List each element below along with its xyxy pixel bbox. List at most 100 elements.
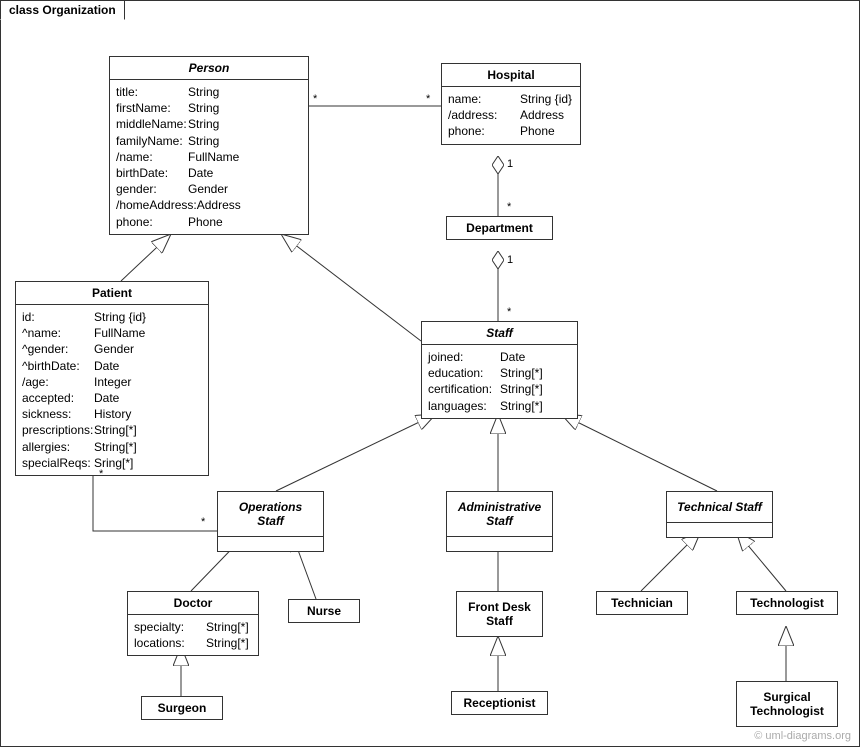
- attribute-type: FullName: [94, 325, 202, 341]
- class-attrs: specialty:String[*]locations:String[*]: [128, 615, 258, 655]
- attribute-row: specialReqs:Sring[*]: [22, 455, 202, 471]
- attribute-name: firstName:: [116, 100, 188, 116]
- attribute-name: /name:: [116, 149, 188, 165]
- class-name: Front Desk Staff: [457, 592, 542, 636]
- attribute-type: Address: [197, 197, 302, 213]
- class-name: Staff: [422, 322, 577, 345]
- mult-dept-top: *: [507, 201, 511, 213]
- attribute-row: /age:Integer: [22, 374, 202, 390]
- attribute-row: /address:Address: [448, 107, 574, 123]
- class-patient: Patient id:String {id}^name:FullName^gen…: [15, 281, 209, 476]
- attribute-name: /age:: [22, 374, 94, 390]
- attribute-row: joined:Date: [428, 349, 571, 365]
- mult-patient-ops-p: *: [99, 468, 103, 480]
- attribute-row: prescriptions:String[*]: [22, 422, 202, 438]
- class-attrs: title:StringfirstName:StringmiddleName:S…: [110, 80, 308, 234]
- attribute-name: ^name:: [22, 325, 94, 341]
- attribute-type: String[*]: [94, 439, 202, 455]
- attribute-type: String {id}: [520, 91, 574, 107]
- class-hospital: Hospital name:String {id}/address:Addres…: [441, 63, 581, 145]
- attribute-name: ^birthDate:: [22, 358, 94, 374]
- attribute-name: id:: [22, 309, 94, 325]
- class-name: Surgical Technologist: [737, 682, 837, 726]
- attribute-name: phone:: [116, 214, 188, 230]
- attribute-type: History: [94, 406, 202, 422]
- attribute-type: Date: [188, 165, 302, 181]
- attribute-type: String: [188, 116, 302, 132]
- mult-staff-top: *: [507, 306, 511, 318]
- attribute-row: gender:Gender: [116, 181, 302, 197]
- class-department: Department: [446, 216, 553, 240]
- class-name: Person: [110, 57, 308, 80]
- attribute-name: specialReqs:: [22, 455, 94, 471]
- attribute-row: name:String {id}: [448, 91, 574, 107]
- attribute-name: joined:: [428, 349, 500, 365]
- attribute-name: familyName:: [116, 133, 188, 149]
- attribute-name: birthDate:: [116, 165, 188, 181]
- attribute-type: String[*]: [500, 365, 571, 381]
- class-front-desk-staff: Front Desk Staff: [456, 591, 543, 637]
- attribute-name: education:: [428, 365, 500, 381]
- attribute-type: String[*]: [206, 619, 252, 635]
- class-name: Nurse: [289, 600, 359, 622]
- class-name: Surgeon: [142, 697, 222, 719]
- mult-hosp-dept: 1: [507, 158, 513, 170]
- attribute-type: FullName: [188, 149, 302, 165]
- attribute-name: locations:: [134, 635, 206, 651]
- attribute-row: accepted:Date: [22, 390, 202, 406]
- attribute-row: title:String: [116, 84, 302, 100]
- attribute-row: languages:String[*]: [428, 398, 571, 414]
- class-operations-staff: Operations Staff: [217, 491, 324, 552]
- uml-diagram-frame: class Organization: [0, 0, 860, 747]
- attribute-row: firstName:String: [116, 100, 302, 116]
- class-name: Department: [447, 217, 552, 239]
- attribute-type: Date: [94, 390, 202, 406]
- mult-dept-staff: 1: [507, 254, 513, 266]
- frame-title: class Organization: [0, 0, 125, 20]
- attribute-type: Integer: [94, 374, 202, 390]
- attribute-name: languages:: [428, 398, 500, 414]
- class-name: Receptionist: [452, 692, 547, 714]
- class-name: Administrative Staff: [447, 492, 552, 537]
- class-surgeon: Surgeon: [141, 696, 223, 720]
- attribute-name: sickness:: [22, 406, 94, 422]
- attribute-row: ^name:FullName: [22, 325, 202, 341]
- attribute-name: prescriptions:: [22, 422, 94, 438]
- attribute-row: locations:String[*]: [134, 635, 252, 651]
- attribute-type: Phone: [520, 123, 574, 139]
- attribute-name: name:: [448, 91, 520, 107]
- mult-person-hospital-left: *: [313, 93, 317, 105]
- attribute-name: allergies:: [22, 439, 94, 455]
- attribute-name: /homeAddress:: [116, 197, 197, 213]
- attribute-type: String {id}: [94, 309, 202, 325]
- attribute-row: id:String {id}: [22, 309, 202, 325]
- attribute-type: Gender: [188, 181, 302, 197]
- class-doctor: Doctor specialty:String[*]locations:Stri…: [127, 591, 259, 656]
- class-receptionist: Receptionist: [451, 691, 548, 715]
- attribute-row: phone:Phone: [448, 123, 574, 139]
- class-nurse: Nurse: [288, 599, 360, 623]
- attribute-row: familyName:String: [116, 133, 302, 149]
- class-attrs: joined:Dateeducation:String[*]certificat…: [422, 345, 577, 418]
- attribute-type: Address: [520, 107, 574, 123]
- class-name: Patient: [16, 282, 208, 305]
- class-name: Hospital: [442, 64, 580, 87]
- attribute-type: Gender: [94, 341, 202, 357]
- attribute-type: String: [188, 133, 302, 149]
- attribute-row: ^gender:Gender: [22, 341, 202, 357]
- attribute-type: String[*]: [206, 635, 252, 651]
- class-name: Doctor: [128, 592, 258, 615]
- class-name: Technician: [597, 592, 687, 614]
- attribute-name: accepted:: [22, 390, 94, 406]
- attribute-row: allergies:String[*]: [22, 439, 202, 455]
- class-surgical-technologist: Surgical Technologist: [736, 681, 838, 727]
- attribute-row: /homeAddress:Address: [116, 197, 302, 213]
- attribute-name: certification:: [428, 381, 500, 397]
- attribute-name: middleName:: [116, 116, 188, 132]
- attribute-name: gender:: [116, 181, 188, 197]
- watermark: © uml-diagrams.org: [754, 730, 851, 742]
- attribute-type: Date: [94, 358, 202, 374]
- attribute-type: Phone: [188, 214, 302, 230]
- attribute-type: String: [188, 84, 302, 100]
- attribute-type: String[*]: [500, 381, 571, 397]
